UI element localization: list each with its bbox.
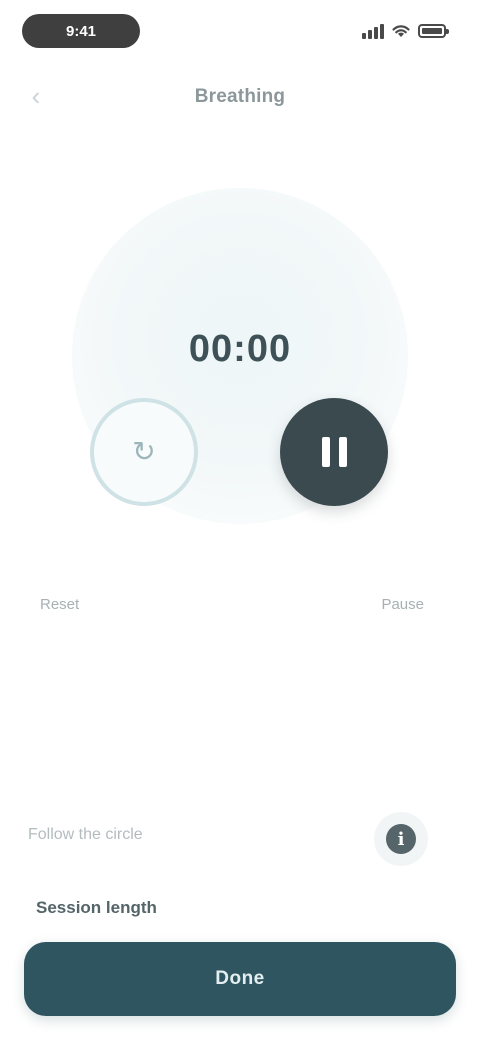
battery-icon	[418, 24, 449, 38]
pause-icon	[321, 437, 347, 467]
hint-row: Follow the circle i	[0, 800, 480, 880]
signal-icon	[362, 23, 384, 39]
hint-text: Follow the circle	[28, 826, 143, 843]
refresh-icon: ↻	[132, 436, 156, 467]
status-bar: 9:41	[0, 0, 480, 62]
status-time: 9:41	[22, 14, 140, 48]
info-icon: i	[386, 824, 416, 854]
page-title: Breathing	[194, 86, 286, 107]
breathing-screen: 9:41 ‹ Breathing 00:00 ↻ Reset Pause Fol…	[0, 0, 480, 1040]
header: ‹ Breathing	[0, 70, 480, 122]
pause-button[interactable]	[280, 398, 388, 506]
session-label: Session length	[36, 898, 157, 917]
reset-caption: Reset	[40, 596, 80, 613]
info-button[interactable]: i	[374, 812, 428, 866]
pause-caption: Pause	[381, 596, 424, 613]
done-button[interactable]: Done	[24, 942, 456, 1016]
timer-display: 00:00	[188, 328, 292, 370]
status-icons	[362, 20, 449, 42]
wifi-icon	[392, 25, 410, 37]
reset-button[interactable]: ↻	[90, 398, 198, 506]
